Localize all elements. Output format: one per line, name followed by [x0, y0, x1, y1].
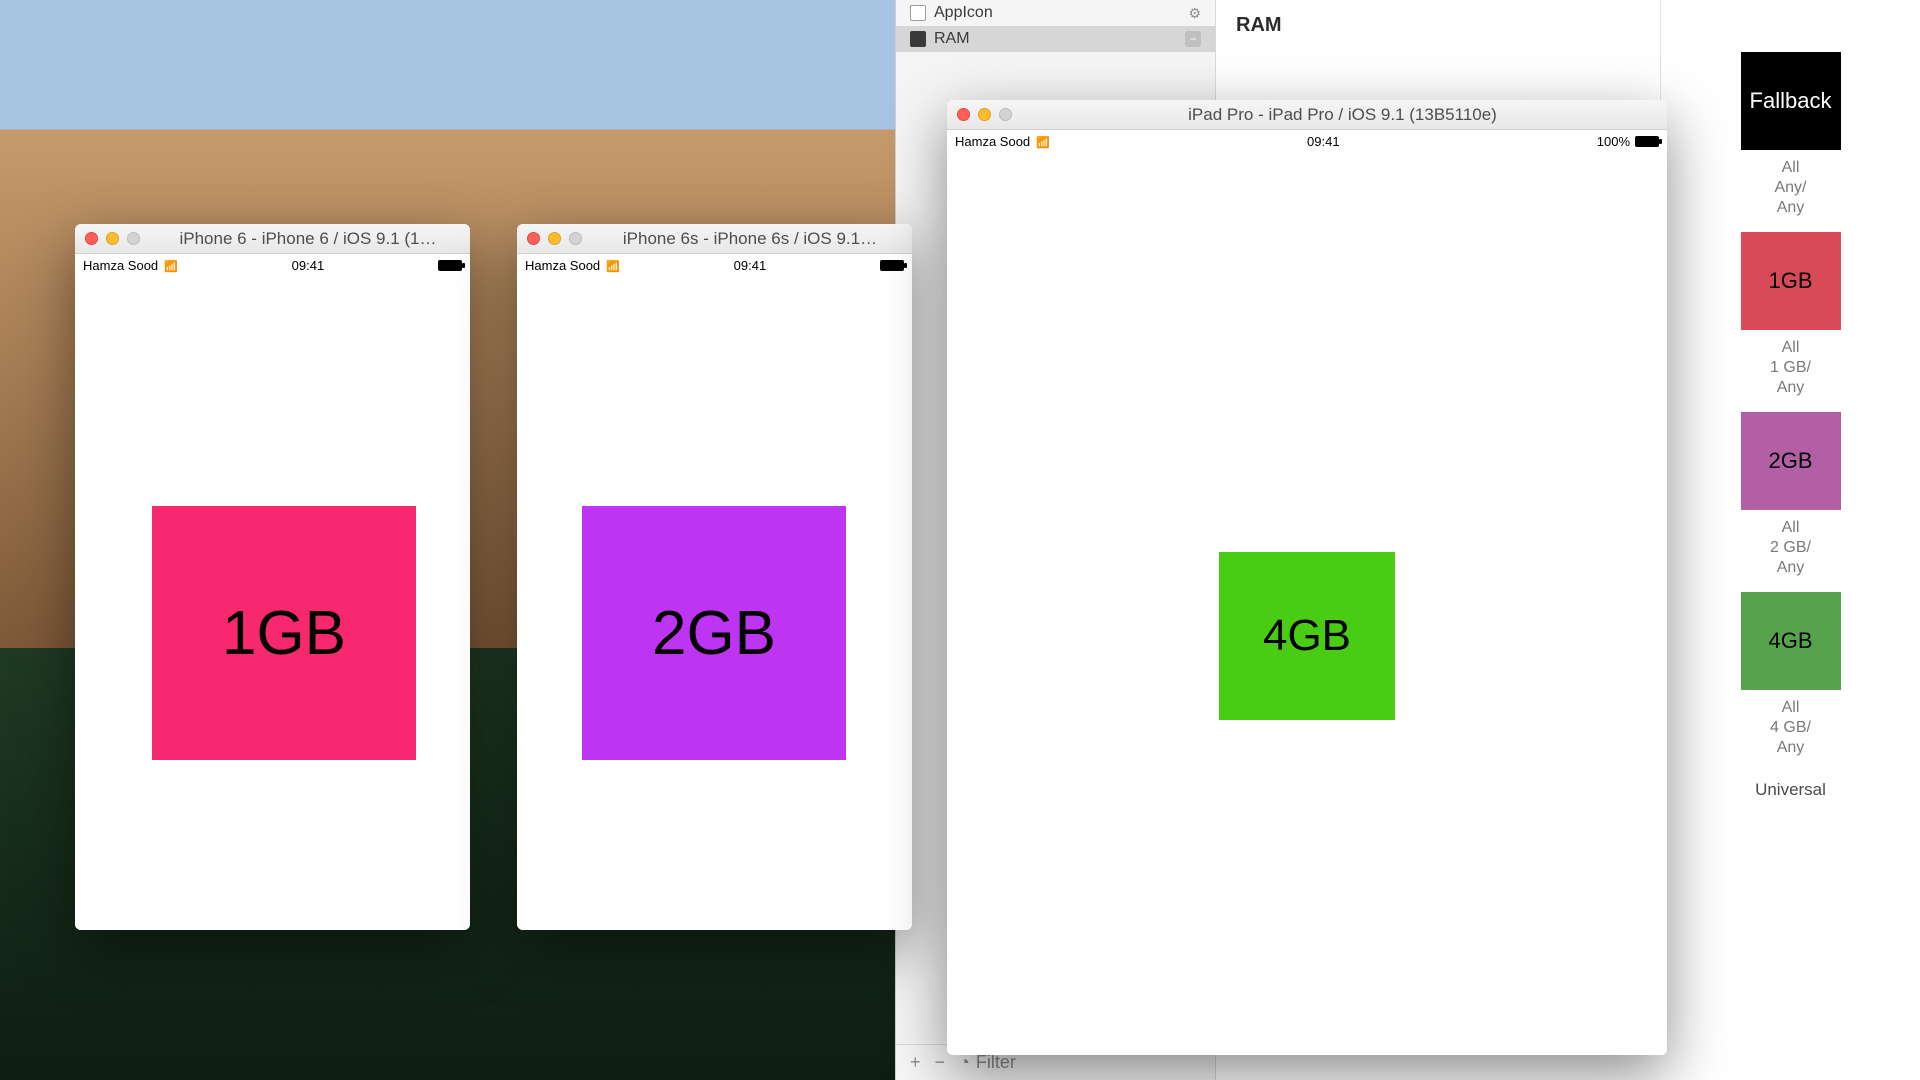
- variant-caption: All 4 GB/ Any: [1770, 698, 1811, 758]
- carrier-label: Hamza Sood: [83, 258, 158, 273]
- remove-item-icon[interactable]: −: [1185, 31, 1201, 47]
- sidebar-item-appicon[interactable]: AppIcon ⚙: [896, 0, 1215, 26]
- filter-icon: ◔: [959, 1052, 970, 1073]
- gear-icon[interactable]: ⚙: [1188, 5, 1201, 22]
- carrier-label: Hamza Sood: [955, 134, 1030, 149]
- imageset-icon: [910, 31, 926, 47]
- window-titlebar[interactable]: iPhone 6 - iPhone 6 / iOS 9.1 (1…: [75, 224, 470, 254]
- minimize-icon[interactable]: [978, 108, 991, 121]
- close-icon[interactable]: [85, 232, 98, 245]
- appicon-icon: [910, 5, 926, 21]
- close-icon[interactable]: [957, 108, 970, 121]
- sidebar-item-label: AppIcon: [934, 4, 993, 22]
- variant-caption: All 1 GB/ Any: [1770, 338, 1811, 398]
- variant-caption: All Any/ Any: [1774, 158, 1806, 218]
- carrier-label: Hamza Sood: [525, 258, 600, 273]
- simulator-screen: 1GB: [75, 276, 470, 930]
- variant-swatch-1gb[interactable]: 1GB: [1741, 232, 1841, 330]
- ram-indicator: 2GB: [582, 506, 846, 760]
- window-title: iPhone 6 - iPhone 6 / iOS 9.1 (1…: [156, 229, 460, 249]
- simulator-window-ipadpro[interactable]: iPad Pro - iPad Pro / iOS 9.1 (13B5110e)…: [947, 100, 1667, 1055]
- zoom-icon[interactable]: [569, 232, 582, 245]
- wifi-icon: [164, 258, 178, 273]
- battery-icon: [438, 260, 462, 271]
- variant-universal-label: Universal: [1755, 780, 1826, 800]
- window-titlebar[interactable]: iPad Pro - iPad Pro / iOS 9.1 (13B5110e): [947, 100, 1667, 130]
- simulator-window-iphone6s[interactable]: iPhone 6s - iPhone 6s / iOS 9.1… Hamza So…: [517, 224, 912, 930]
- traffic-lights: [527, 232, 582, 245]
- simulator-screen: 4GB: [947, 152, 1667, 1055]
- battery-pct: 100%: [1597, 134, 1630, 149]
- battery-icon: [880, 260, 904, 271]
- ios-status-bar: Hamza Sood 09:41: [75, 254, 470, 276]
- wifi-icon: [606, 258, 620, 273]
- variant-caption: All 2 GB/ Any: [1770, 518, 1811, 578]
- ios-status-bar: Hamza Sood 09:41 100%: [947, 130, 1667, 152]
- window-title: iPhone 6s - iPhone 6s / iOS 9.1…: [598, 229, 902, 249]
- clock-label: 09:41: [1307, 134, 1340, 149]
- window-titlebar[interactable]: iPhone 6s - iPhone 6s / iOS 9.1…: [517, 224, 912, 254]
- ram-indicator: 1GB: [152, 506, 416, 760]
- battery-icon: [1635, 136, 1659, 147]
- simulator-window-iphone6[interactable]: iPhone 6 - iPhone 6 / iOS 9.1 (1… Hamza S…: [75, 224, 470, 930]
- minimize-icon[interactable]: [106, 232, 119, 245]
- variant-swatch-4gb[interactable]: 4GB: [1741, 592, 1841, 690]
- variant-swatch-2gb[interactable]: 2GB: [1741, 412, 1841, 510]
- zoom-icon[interactable]: [999, 108, 1012, 121]
- variant-column: Fallback All Any/ Any 1GB All 1 GB/ Any …: [1660, 0, 1920, 1040]
- minimize-icon[interactable]: [548, 232, 561, 245]
- sidebar-item-label: RAM: [934, 30, 970, 48]
- add-asset-button[interactable]: +: [910, 1052, 921, 1073]
- remove-asset-button[interactable]: −: [935, 1052, 946, 1073]
- zoom-icon[interactable]: [127, 232, 140, 245]
- ios-status-bar: Hamza Sood 09:41: [517, 254, 912, 276]
- variant-swatch-fallback[interactable]: Fallback: [1741, 52, 1841, 150]
- close-icon[interactable]: [527, 232, 540, 245]
- traffic-lights: [85, 232, 140, 245]
- traffic-lights: [957, 108, 1012, 121]
- window-title: iPad Pro - iPad Pro / iOS 9.1 (13B5110e): [1028, 105, 1657, 125]
- asset-title: RAM: [1236, 14, 1282, 37]
- simulator-screen: 2GB: [517, 276, 912, 930]
- sidebar-item-ram[interactable]: RAM −: [896, 26, 1215, 52]
- filter-placeholder: Filter: [976, 1052, 1016, 1073]
- ram-indicator: 4GB: [1219, 552, 1395, 720]
- clock-label: 09:41: [734, 258, 767, 273]
- wifi-icon: [1036, 134, 1050, 149]
- clock-label: 09:41: [292, 258, 325, 273]
